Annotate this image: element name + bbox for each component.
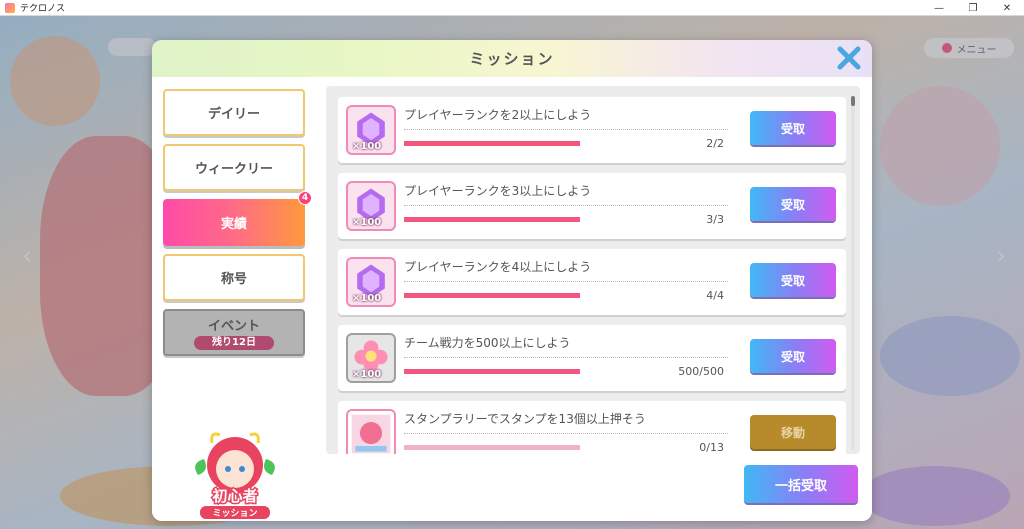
close-icon[interactable] — [836, 45, 862, 71]
event-remaining-label: 残り12日 — [194, 336, 274, 350]
mission-row: ×100 プレイヤーランクを3以上にしよう 3/3 受取 — [338, 173, 846, 239]
dialog-title: ミッション — [469, 50, 555, 68]
mission-row: スタンプラリーでスタンプを13個以上押そう 0/13 移動 — [338, 401, 846, 454]
mission-row: ×100 チーム戦力を500以上にしよう 500/500 受取 — [338, 325, 846, 391]
tab-achievements[interactable]: 実績 4 — [163, 191, 312, 246]
tab-weekly[interactable]: ウィークリー — [163, 144, 305, 191]
scrollbar-thumb[interactable] — [851, 96, 855, 106]
mission-title: スタンプラリーでスタンプを13個以上押そう — [404, 412, 646, 426]
flower-coin-icon: ×100 — [346, 333, 396, 383]
progress-text: 4/4 — [706, 289, 724, 302]
progress-fill — [404, 293, 580, 298]
beginner-mission-button[interactable]: 初心者 ミッション — [190, 425, 280, 521]
mission-row: ×100 プレイヤーランクを4以上にしよう 4/4 受取 — [338, 249, 846, 315]
progress-bar — [404, 369, 580, 374]
tab-titles-label: 称号 — [220, 272, 247, 287]
move-button[interactable]: 移動 — [750, 415, 836, 449]
gem-icon: ×100 — [346, 105, 396, 155]
tab-event-label: イベント — [207, 319, 260, 334]
dialog-header: ミッション — [152, 40, 872, 77]
close-window-button[interactable]: ✕ — [990, 0, 1024, 16]
progress-bar — [404, 141, 580, 146]
app-icon — [5, 2, 15, 13]
stamp-card-icon — [346, 409, 396, 454]
progress-fill — [404, 217, 580, 222]
divider — [404, 357, 728, 358]
progress-bar — [404, 293, 580, 298]
mission-dialog: ミッション デイリー ウィークリー 実績 4 称号 イベント 残り12日 初心者… — [152, 40, 872, 521]
tab-weekly-label: ウィークリー — [194, 162, 273, 177]
reward-quantity: ×100 — [352, 141, 382, 152]
beginner-label-1: 初心者 — [212, 487, 257, 505]
gem-icon: ×100 — [346, 257, 396, 307]
tab-event[interactable]: イベント 残り12日 — [163, 309, 305, 356]
mission-title: チーム戦力を500以上にしよう — [404, 336, 571, 350]
minimize-button[interactable]: — — [922, 0, 956, 16]
receive-button[interactable]: 受取 — [750, 187, 836, 221]
tab-titles[interactable]: 称号 — [163, 254, 305, 301]
divider — [404, 129, 728, 130]
divider — [404, 281, 728, 282]
mission-title: プレイヤーランクを4以上にしよう — [404, 260, 592, 274]
progress-bar — [404, 445, 580, 450]
divider — [404, 433, 728, 434]
progress-fill — [404, 141, 580, 146]
divider — [404, 205, 728, 206]
maximize-button[interactable]: ❐ — [956, 0, 990, 16]
notification-badge: 4 — [298, 191, 312, 205]
progress-text: 0/13 — [699, 441, 724, 454]
progress-fill — [404, 369, 580, 374]
mission-row: ×100 プレイヤーランクを2以上にしよう 2/2 受取 — [338, 97, 846, 163]
reward-quantity: ×100 — [352, 217, 382, 228]
tab-daily[interactable]: デイリー — [163, 89, 305, 136]
mission-title: プレイヤーランクを2以上にしよう — [404, 108, 592, 122]
receive-button[interactable]: 受取 — [750, 111, 836, 145]
window-titlebar: テクロノス — ❐ ✕ — [0, 0, 1024, 16]
gem-icon: ×100 — [346, 181, 396, 231]
bulk-receive-button[interactable]: 一括受取 — [744, 465, 858, 503]
beginner-character-icon — [195, 432, 275, 493]
receive-button[interactable]: 受取 — [750, 263, 836, 297]
reward-quantity: ×100 — [352, 369, 382, 380]
progress-text: 3/3 — [706, 213, 724, 226]
tab-achievements-label: 実績 — [220, 217, 247, 232]
beginner-label-2: ミッション — [212, 508, 257, 519]
mission-list[interactable]: ×100 プレイヤーランクを2以上にしよう 2/2 受取 ×100 プレイヤーラ… — [326, 86, 860, 454]
dialog-body: デイリー ウィークリー 実績 4 称号 イベント 残り12日 初心者 ミッション… — [152, 77, 872, 521]
reward-quantity: ×100 — [352, 293, 382, 304]
tab-daily-label: デイリー — [207, 107, 260, 122]
progress-text: 500/500 — [678, 365, 724, 378]
scrollbar[interactable] — [851, 96, 855, 450]
window-title: テクロノス — [20, 4, 66, 14]
progress-bar — [404, 217, 580, 222]
mission-title: プレイヤーランクを3以上にしよう — [404, 184, 592, 198]
progress-text: 2/2 — [706, 137, 724, 150]
receive-button[interactable]: 受取 — [750, 339, 836, 373]
